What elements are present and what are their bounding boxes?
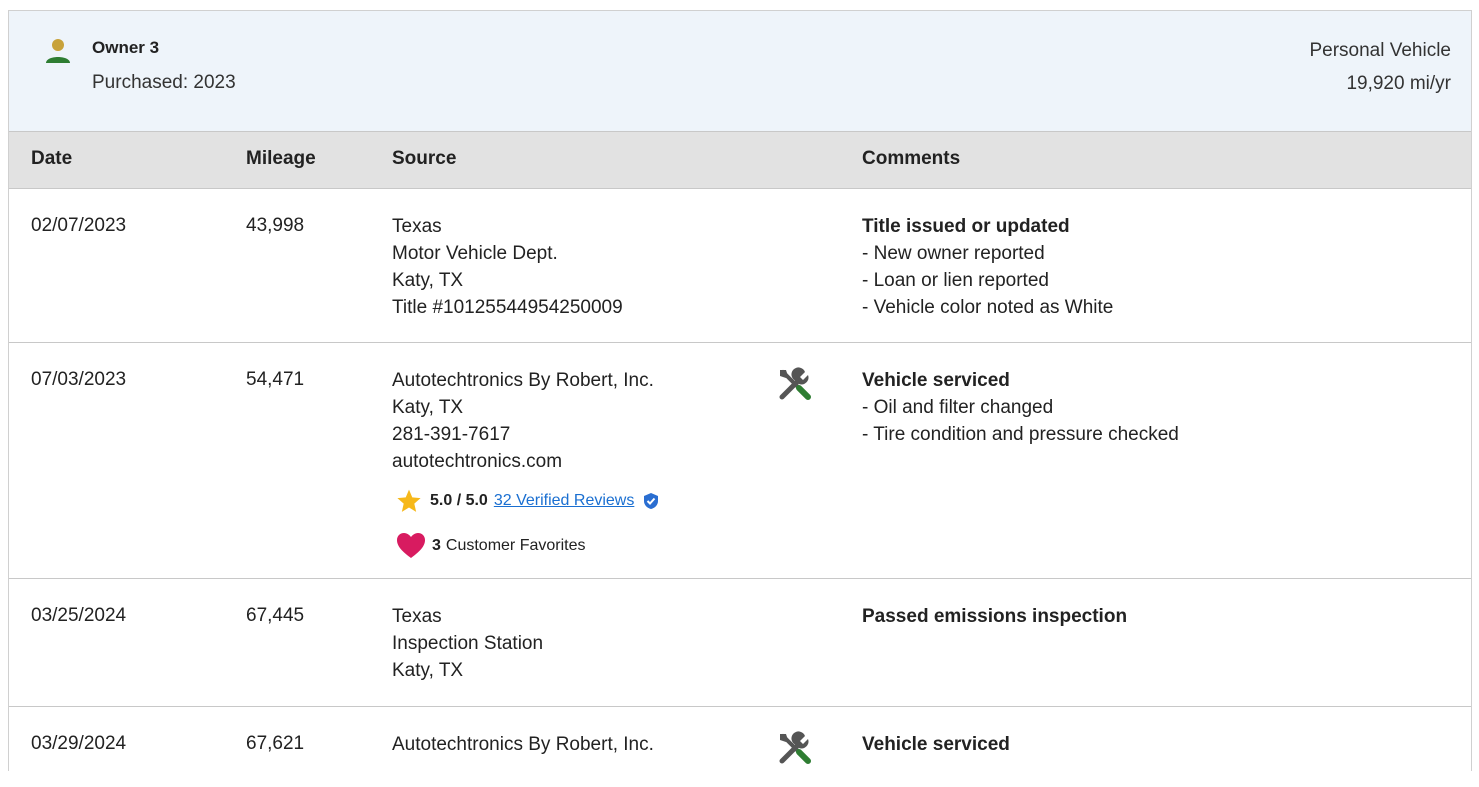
column-header-mileage: Mileage [246,148,316,169]
vehicle-history-panel: Owner 3 Purchased: 2023 Personal Vehicle… [8,10,1472,771]
table-row: 02/07/2023 43,998 Texas Motor Vehicle De… [9,189,1471,343]
favorites-count: 3 [432,537,441,554]
record-date: 03/29/2024 [31,733,127,754]
table-row: 03/29/2024 67,621 Autotechtronics By Rob… [9,707,1471,787]
source-line: autotechtronics.com [392,451,563,472]
record-mileage: 54,471 [246,369,305,390]
owner-header: Owner 3 Purchased: 2023 Personal Vehicle… [9,11,1471,132]
comment-title: Vehicle serviced [862,370,1010,391]
source-line: Title #10125544954250009 [392,297,623,318]
record-mileage: 43,998 [246,215,305,236]
rating-score: 5.0 / 5.0 [430,492,488,509]
record-comments: Passed emissions inspection [862,603,1127,630]
source-line: Texas [392,606,442,627]
source-line: Texas [392,216,442,237]
star-icon [397,489,421,512]
record-source: Texas Motor Vehicle Dept. Katy, TX Title… [392,213,623,321]
record-date: 03/25/2024 [31,605,127,626]
comment-line: - Oil and filter changed [862,397,1054,418]
source-line: Motor Vehicle Dept. [392,243,558,264]
shop-rating: 5.0 / 5.0 32 Verified Reviews [396,488,660,514]
comment-title: Passed emissions inspection [862,606,1128,627]
comment-line: - Loan or lien reported [862,270,1049,291]
record-source: Texas Inspection Station Katy, TX [392,603,543,684]
record-source: Autotechtronics By Robert, Inc. Katy, TX… [392,367,654,475]
source-line: Katy, TX [392,270,464,291]
owner-name: Owner 3 [92,38,160,57]
source-line: 281-391-7617 [392,424,511,445]
comment-title: Vehicle serviced [862,734,1010,755]
source-line: Autotechtronics By Robert, Inc. [392,370,654,391]
table-header: Date Mileage Source Comments [9,132,1471,189]
source-line: Katy, TX [392,660,464,681]
service-tools-icon [779,367,811,400]
record-date: 02/07/2023 [31,215,127,236]
comment-line: - Vehicle color noted as White [862,297,1114,318]
comment-line: - Tire condition and pressure checked [862,424,1179,445]
record-source: Autotechtronics By Robert, Inc. [392,731,654,758]
favorites-label: Customer Favorites [445,537,586,554]
record-comments: Vehicle serviced [862,731,1010,758]
heart-icon [397,533,425,558]
record-date: 07/03/2023 [31,369,127,390]
column-header-source: Source [392,148,457,169]
purchase-year: Purchased: 2023 [92,72,236,93]
source-line: Autotechtronics By Robert, Inc. [392,734,654,755]
record-comments: Vehicle serviced - Oil and filter change… [862,367,1179,448]
source-line: Inspection Station [392,633,544,654]
comment-line: - New owner reported [862,243,1045,264]
person-icon [46,39,70,63]
record-comments: Title issued or updated - New owner repo… [862,213,1113,321]
vehicle-use-type: Personal Vehicle [1309,40,1451,61]
source-line: Katy, TX [392,397,464,418]
record-mileage: 67,621 [246,733,305,754]
record-mileage: 67,445 [246,605,305,626]
column-header-date: Date [31,148,73,169]
column-header-comments: Comments [862,148,961,169]
table-row: 03/25/2024 67,445 Texas Inspection Stati… [9,579,1471,707]
table-row: 07/03/2023 54,471 Autotechtronics By Rob… [9,343,1471,579]
comment-title: Title issued or updated [862,216,1070,237]
service-tools-icon [779,731,811,764]
verified-reviews-link[interactable]: 32 Verified Reviews [494,492,635,510]
verified-shield-icon [644,493,659,509]
annual-mileage: 19,920 mi/yr [1346,73,1451,94]
customer-favorites: 3 Customer Favorites [396,532,586,560]
